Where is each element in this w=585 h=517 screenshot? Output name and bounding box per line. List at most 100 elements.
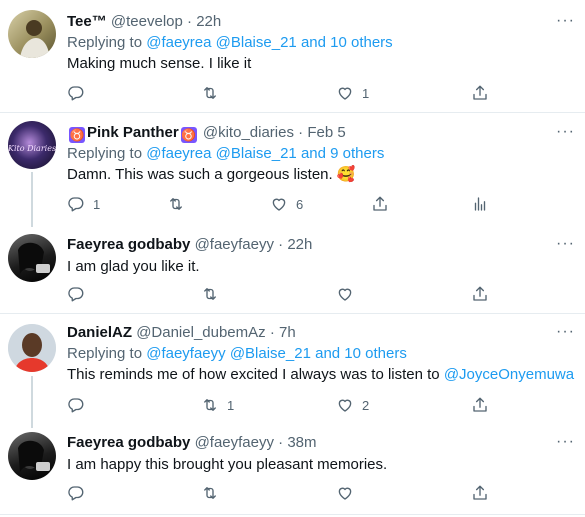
like-button[interactable] <box>336 284 354 304</box>
retweet-icon <box>201 396 219 414</box>
separator-dot: · <box>298 124 304 141</box>
replying-to: Replying to @faeyfaeyy @Blaise_21 and 10… <box>67 344 407 364</box>
avatar-pink-panther[interactable]: Kito Diaries <box>8 121 56 169</box>
tweet-text-body: Damn. This was such a gorgeous listen. <box>67 166 333 183</box>
share-icon <box>471 484 489 502</box>
tweet-text: Making much sense. I like it <box>67 55 252 72</box>
retweet-button[interactable] <box>201 83 219 103</box>
share-icon <box>471 84 489 102</box>
timestamp[interactable]: 22h <box>196 13 221 30</box>
replying-to-users[interactable]: @faeyrea @Blaise_21 <box>146 145 297 162</box>
retweet-button[interactable]: 1 <box>201 395 234 415</box>
retweet-button[interactable] <box>201 483 219 503</box>
like-icon <box>336 84 354 102</box>
replying-to-users[interactable]: @faeyfaeyy @Blaise_21 <box>146 345 311 362</box>
share-button[interactable] <box>471 83 489 103</box>
timestamp[interactable]: 22h <box>287 236 312 253</box>
tweet-5[interactable]: Faeyrea godbaby @faeyfaeyy · 38m ··· I a… <box>0 428 585 514</box>
more-icon[interactable]: ··· <box>556 433 575 451</box>
tweet-1[interactable]: Tee™ @teevelop · 22h ··· Replying to @fa… <box>0 0 585 110</box>
taurus-icon: ♉ <box>180 127 197 143</box>
share-button[interactable] <box>471 284 489 304</box>
replying-to-others[interactable]: and 9 others <box>301 145 384 162</box>
tweet-3[interactable]: Faeyrea godbaby @faeyfaeyy · 22h ··· I a… <box>0 228 585 312</box>
mention-link[interactable]: @JoyceOnyemuwa <box>444 366 574 383</box>
separator-dot: · <box>187 13 193 30</box>
retweet-icon <box>201 285 219 303</box>
display-name[interactable]: Faeyrea godbaby <box>67 434 190 451</box>
more-icon[interactable]: ··· <box>556 123 575 141</box>
retweet-button[interactable] <box>167 194 185 214</box>
retweet-icon <box>167 195 185 213</box>
like-count: 1 <box>362 85 370 101</box>
tweet-4[interactable]: DanielAZ @Daniel_dubemAz · 7h ··· Replyi… <box>0 314 585 424</box>
divider <box>0 514 585 515</box>
reply-icon <box>67 195 85 213</box>
timestamp[interactable]: 38m <box>287 434 316 451</box>
retweet-count: 1 <box>227 397 235 413</box>
taurus-icon: ♉ <box>69 127 85 143</box>
tweet-text: This reminds me of how excited I always … <box>67 365 574 385</box>
timestamp[interactable]: Feb 5 <box>307 124 345 141</box>
handle[interactable]: @kito_diaries <box>203 124 294 141</box>
like-button[interactable]: 6 <box>270 194 303 214</box>
avatar-faeyrea[interactable] <box>8 234 56 282</box>
reply-button[interactable] <box>67 395 85 415</box>
like-icon <box>336 285 354 303</box>
more-icon[interactable]: ··· <box>556 235 575 253</box>
handle[interactable]: @teevelop <box>111 13 183 30</box>
like-icon <box>336 484 354 502</box>
replying-to: Replying to @faeyrea @Blaise_21 and 10 o… <box>67 33 393 53</box>
replying-to-others[interactable]: and 10 others <box>315 345 407 362</box>
retweet-button[interactable] <box>201 284 219 304</box>
reply-button[interactable] <box>67 83 85 103</box>
avatar-image <box>18 242 50 274</box>
more-icon[interactable]: ··· <box>556 12 575 30</box>
tweet-text: Damn. This was such a gorgeous listen. 🥰 <box>67 165 356 185</box>
share-button[interactable] <box>371 194 389 214</box>
avatar-faeyrea[interactable] <box>8 432 56 480</box>
tweet-text: I am glad you like it. <box>67 258 200 275</box>
tweet-text-body: This reminds me of how excited I always … <box>67 366 440 383</box>
handle[interactable]: @Daniel_dubemAz <box>136 324 265 341</box>
display-name[interactable]: Pink Panther <box>87 124 179 141</box>
separator-dot: · <box>278 434 284 451</box>
replying-to-label: Replying to <box>67 34 143 51</box>
avatar-danielaz[interactable] <box>8 324 56 372</box>
analytics-icon <box>471 195 489 213</box>
handle[interactable]: @faeyfaeyy <box>195 236 274 253</box>
like-button[interactable]: 2 <box>336 395 369 415</box>
tweet-header: Faeyrea godbaby @faeyfaeyy · 22h <box>67 235 312 255</box>
avatar-tee[interactable] <box>8 10 56 58</box>
display-name[interactable]: Faeyrea godbaby <box>67 236 190 253</box>
reply-button[interactable]: 1 <box>67 194 100 214</box>
reply-button[interactable] <box>67 483 85 503</box>
more-icon[interactable]: ··· <box>556 323 575 341</box>
tweet-header: ♉ Pink Panther ♉ @kito_diaries · Feb 5 <box>67 123 346 143</box>
timestamp[interactable]: 7h <box>279 324 296 341</box>
separator-dot: · <box>269 324 275 341</box>
replying-to-users[interactable]: @faeyrea @Blaise_21 <box>146 34 297 51</box>
handle[interactable]: @faeyfaeyy <box>195 434 274 451</box>
share-button[interactable] <box>471 483 489 503</box>
tweet-text: I am happy this brought you pleasant mem… <box>67 456 388 473</box>
display-name[interactable]: Tee™ <box>67 13 107 30</box>
share-icon <box>471 396 489 414</box>
avatar-text: Kito Diaries <box>8 144 56 153</box>
like-button[interactable]: 1 <box>336 83 369 103</box>
like-count: 6 <box>296 196 304 212</box>
tweet-2[interactable]: Kito Diaries ♉ Pink Panther ♉ @kito_diarie… <box>0 113 585 223</box>
display-name[interactable]: DanielAZ <box>67 324 132 341</box>
analytics-button[interactable] <box>471 194 489 214</box>
share-button[interactable] <box>471 395 489 415</box>
reply-icon <box>67 84 85 102</box>
reply-icon <box>67 484 85 502</box>
replying-to-others[interactable]: and 10 others <box>301 34 393 51</box>
replying-to: Replying to @faeyrea @Blaise_21 and 9 ot… <box>67 144 384 164</box>
retweet-icon <box>201 84 219 102</box>
reply-button[interactable] <box>67 284 85 304</box>
avatar-image: Kito Diaries <box>8 144 56 153</box>
like-icon <box>270 195 288 213</box>
share-icon <box>471 285 489 303</box>
like-button[interactable] <box>336 483 354 503</box>
